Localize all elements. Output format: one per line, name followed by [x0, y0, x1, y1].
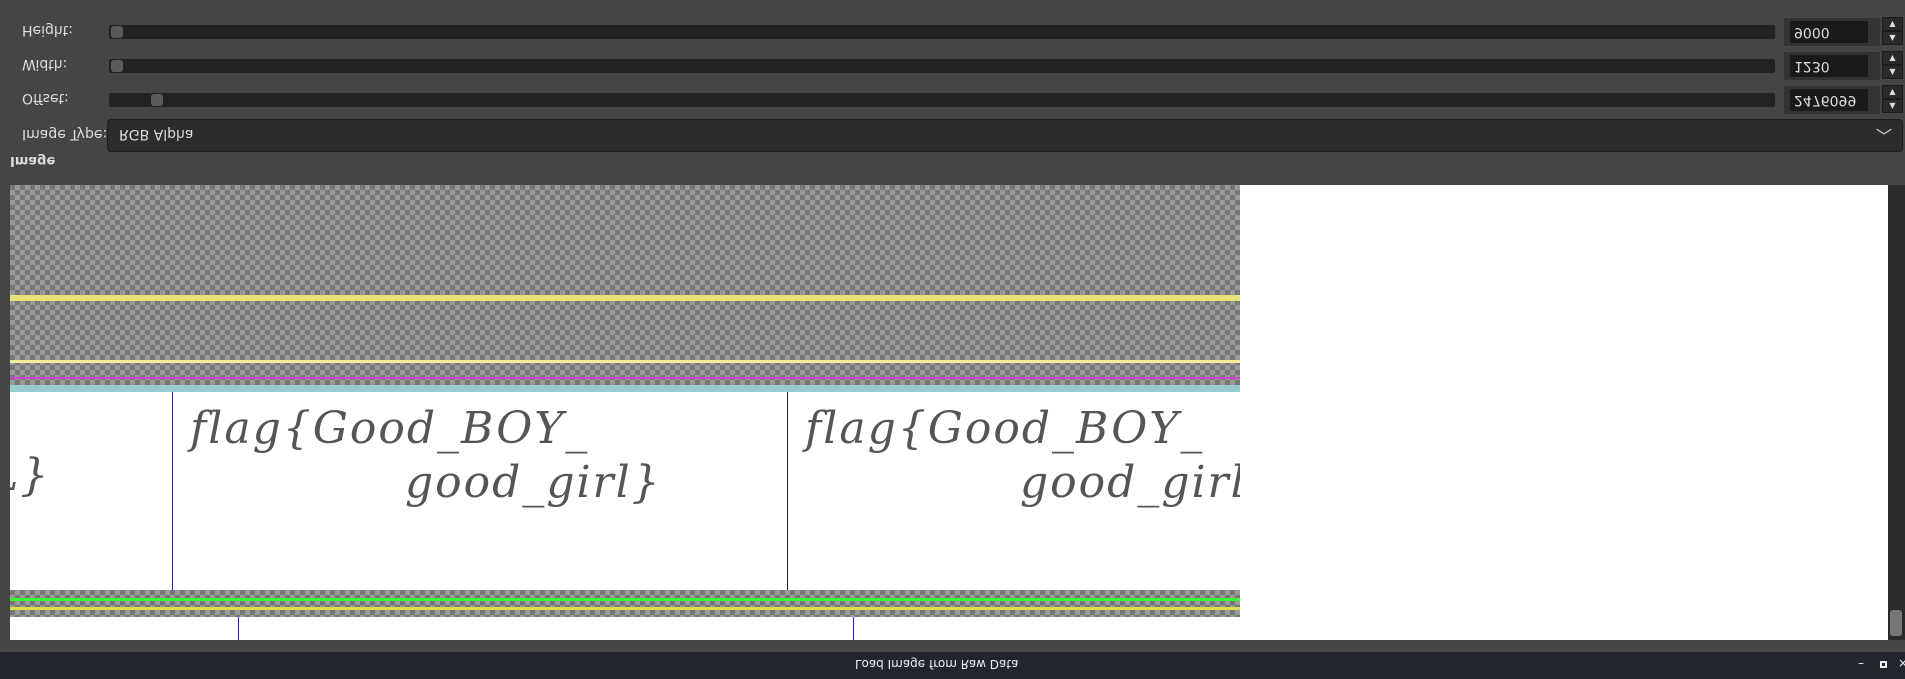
height-slider-handle[interactable]	[111, 26, 123, 38]
preview-divider	[787, 392, 788, 590]
window-title: Load Image from Raw Data	[855, 657, 1019, 671]
preview-empty-area	[1240, 185, 1888, 640]
preview-noise-region	[10, 590, 1240, 617]
width-slider-handle[interactable]	[111, 60, 123, 72]
close-icon[interactable]: ×	[1898, 656, 1905, 670]
preview-divider	[853, 617, 854, 640]
preview-noise-line	[10, 598, 1240, 601]
width-increment-button[interactable]: ▲	[1882, 51, 1903, 65]
width-slider[interactable]	[109, 59, 1775, 73]
offset-input[interactable]: 2476099	[1790, 89, 1868, 111]
maximize-icon[interactable]	[1880, 661, 1887, 668]
offset-increment-button[interactable]: ▲	[1882, 85, 1903, 99]
height-decrement-button[interactable]: ▼	[1882, 31, 1903, 45]
offset-spinbox[interactable]: 2476099	[1784, 86, 1880, 114]
preview-scrollbar[interactable]	[1888, 185, 1905, 640]
chevron-up-icon: ︿	[1875, 126, 1892, 145]
height-spinbox[interactable]: 9000	[1784, 18, 1880, 46]
image-section-label: Image	[10, 153, 56, 168]
height-slider[interactable]	[109, 25, 1775, 39]
width-label: Width:	[22, 56, 68, 72]
image-type-label: Image Type:	[22, 126, 108, 142]
height-label: Height:	[22, 22, 73, 38]
image-preview: irL} flag{Good_BOY_ good_girl} flag{Good…	[10, 185, 1240, 640]
handwritten-flag-line-2: good_girl}	[1020, 457, 1240, 508]
handwritten-flag-line-1: flag{Good_BOY_	[805, 403, 1205, 454]
height-input[interactable]: 9000	[1790, 21, 1868, 43]
handwritten-flag-line-2: good_girl}	[405, 457, 662, 508]
image-type-dropdown[interactable]: RGB Alpha ︿	[107, 119, 1903, 152]
offset-label: Offset:	[22, 90, 69, 106]
width-spinbox[interactable]: 1230	[1784, 52, 1880, 80]
offset-slider[interactable]	[109, 93, 1775, 107]
offset-decrement-button[interactable]: ▼	[1882, 99, 1903, 113]
title-bar: Load Image from Raw Data – ×	[0, 652, 1905, 679]
preview-noise-line	[10, 360, 1240, 363]
height-increment-button[interactable]: ▲	[1882, 17, 1903, 31]
scrollbar-thumb[interactable]	[1890, 610, 1902, 636]
width-decrement-button[interactable]: ▼	[1882, 65, 1903, 79]
width-input[interactable]: 1230	[1790, 55, 1868, 77]
preview-noise-line	[10, 385, 1240, 392]
offset-slider-handle[interactable]	[151, 94, 163, 106]
image-type-value: RGB Alpha	[119, 126, 194, 142]
preview-noise-line	[10, 607, 1240, 610]
preview-noise-line	[10, 295, 1240, 301]
preview-divider	[172, 392, 173, 590]
handwritten-flag-line-1: flag{Good_BOY_	[190, 403, 590, 454]
preview-noise-line	[10, 377, 1240, 379]
minimize-icon[interactable]: –	[1858, 656, 1864, 670]
handwritten-flag-fragment: irL}	[10, 450, 51, 501]
preview-divider	[238, 617, 239, 640]
